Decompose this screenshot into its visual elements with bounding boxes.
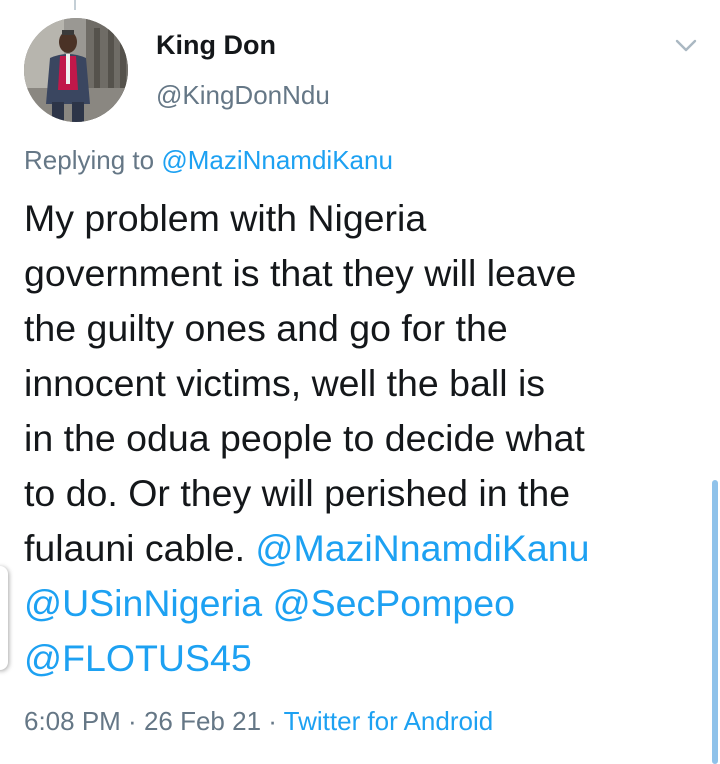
mention-link[interactable]: @USinNigeria [24,582,262,624]
tweet-text-line: My problem with Nigeria [24,197,427,239]
scrollbar[interactable] [712,480,718,764]
thread-connector-line [74,0,76,10]
meta-separator: · [261,706,284,736]
reply-context-prefix: Replying to [24,145,162,175]
tweet-text-line: in the odua people to decide what [24,417,585,459]
user-handle[interactable]: @KingDonNdu [156,80,330,111]
mention-link[interactable]: @FLOTUS45 [24,637,252,679]
tweet-text-line: government is that they will leave [24,252,577,294]
reply-to-mention-link[interactable]: @MaziNnamdiKanu [161,145,393,175]
mention-link[interactable]: @MaziNnamdiKanu [255,527,589,569]
chevron-down-icon [675,39,697,52]
tweet-text-line: innocent victims, well the ball is [24,362,546,404]
tweet-text-line: fulauni cable. [24,527,245,569]
reply-context: Replying to @MaziNnamdiKanu [24,145,393,176]
tweet-text-line: the guilty ones and go for the [24,307,508,349]
tweet-metadata: 6:08 PM · 26 Feb 21 · Twitter for Androi… [24,706,493,737]
tweet-time[interactable]: 6:08 PM [24,706,121,736]
mention-link[interactable]: @SecPompeo [273,582,515,624]
meta-separator: · [120,706,144,736]
tweet-date[interactable]: 26 Feb 21 [144,706,261,736]
display-name[interactable]: King Don [156,30,276,61]
profile-photo-icon [24,18,128,122]
tweet-text-line: to do. Or they will perished in the [24,472,571,514]
tweet-menu-button[interactable] [668,28,704,64]
source-client-link[interactable]: Twitter for Android [284,706,494,736]
avatar[interactable] [24,18,128,122]
tweet-text: My problem with Nigeria government is th… [24,191,696,686]
edge-panel-handle[interactable] [0,566,8,670]
